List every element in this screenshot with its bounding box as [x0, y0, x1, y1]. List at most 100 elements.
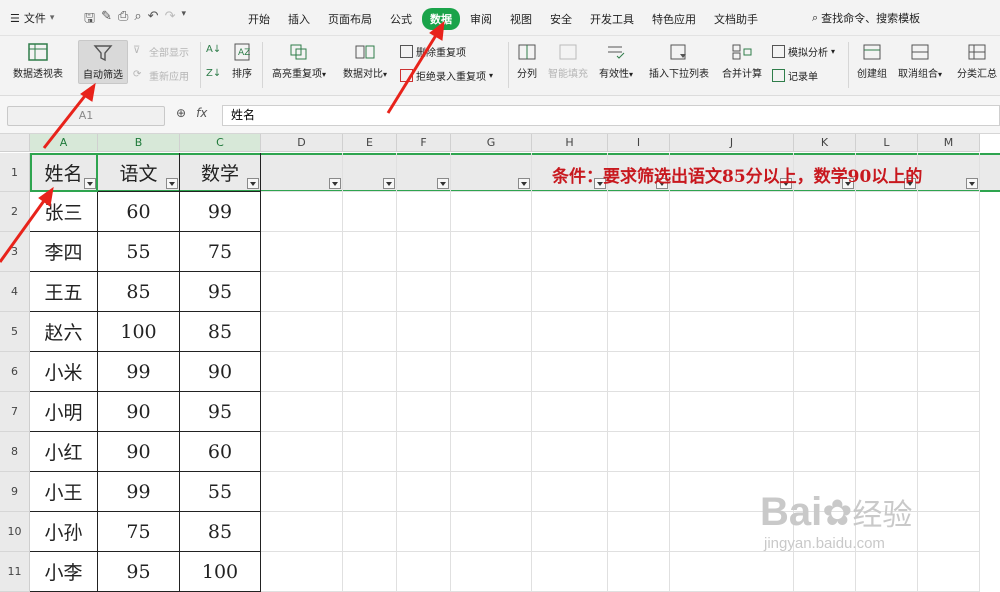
empty-cell[interactable]: [918, 512, 980, 552]
file-menu[interactable]: ☰ 文件 ▾: [10, 10, 54, 26]
table-cell[interactable]: 85: [98, 272, 180, 312]
row-header[interactable]: 7: [0, 392, 30, 432]
table-cell[interactable]: 95: [98, 552, 180, 592]
row-header[interactable]: 11: [0, 552, 30, 592]
row-header[interactable]: 2: [0, 192, 30, 232]
table-cell[interactable]: 75: [98, 512, 180, 552]
empty-cell[interactable]: [794, 312, 856, 352]
insert-dropdown-button[interactable]: 插入下拉列表: [646, 42, 712, 80]
print-preview-icon[interactable]: ⌕: [134, 9, 141, 31]
empty-cell[interactable]: [918, 312, 980, 352]
row-header[interactable]: 4: [0, 272, 30, 312]
table-cell[interactable]: 张三: [30, 192, 98, 232]
table-cell[interactable]: 小王: [30, 472, 98, 512]
empty-cell[interactable]: [343, 272, 397, 312]
filter-dropdown-button[interactable]: [383, 178, 395, 189]
consolidate-button[interactable]: 合并计算: [720, 42, 764, 80]
empty-cell[interactable]: [451, 312, 532, 352]
empty-cell[interactable]: [451, 392, 532, 432]
empty-cell[interactable]: [261, 432, 343, 472]
empty-cell[interactable]: [794, 352, 856, 392]
row-header[interactable]: 10: [0, 512, 30, 552]
table-cell[interactable]: 100: [98, 312, 180, 352]
tab-7[interactable]: 安全: [542, 8, 580, 30]
empty-cell[interactable]: [670, 392, 794, 432]
empty-cell[interactable]: [670, 552, 794, 592]
empty-cell[interactable]: [532, 232, 608, 272]
tab-5[interactable]: 审阅: [462, 8, 500, 30]
empty-cell[interactable]: [397, 392, 451, 432]
column-header[interactable]: B: [98, 134, 180, 152]
empty-cell[interactable]: [532, 472, 608, 512]
empty-cell[interactable]: [670, 232, 794, 272]
table-cell[interactable]: 小米: [30, 352, 98, 392]
tab-8[interactable]: 开发工具: [582, 8, 642, 30]
table-cell[interactable]: 95: [180, 272, 261, 312]
table-cell[interactable]: 小孙: [30, 512, 98, 552]
empty-cell[interactable]: [670, 272, 794, 312]
save-icon[interactable]: 🖫: [84, 9, 95, 31]
empty-cell[interactable]: [343, 552, 397, 592]
empty-cell[interactable]: [343, 432, 397, 472]
empty-cell[interactable]: [670, 192, 794, 232]
empty-cell[interactable]: [397, 432, 451, 472]
empty-cell[interactable]: [261, 352, 343, 392]
column-header[interactable]: L: [856, 134, 918, 152]
table-cell[interactable]: 75: [180, 232, 261, 272]
row-header[interactable]: 5: [0, 312, 30, 352]
row-header[interactable]: 3: [0, 232, 30, 272]
empty-cell[interactable]: [397, 552, 451, 592]
empty-cell[interactable]: [856, 432, 918, 472]
empty-cell[interactable]: [397, 232, 451, 272]
empty-cell[interactable]: [670, 312, 794, 352]
column-header[interactable]: G: [451, 134, 532, 152]
empty-cell[interactable]: [856, 392, 918, 432]
table-cell[interactable]: 90: [98, 392, 180, 432]
tab-9[interactable]: 特色应用: [644, 8, 704, 30]
column-header[interactable]: J: [670, 134, 794, 152]
empty-cell[interactable]: [608, 312, 670, 352]
empty-cell[interactable]: [608, 232, 670, 272]
empty-cell[interactable]: [794, 272, 856, 312]
empty-cell[interactable]: [397, 352, 451, 392]
subtotal-button[interactable]: 分类汇总: [954, 42, 1000, 80]
highlight-duplicates-button[interactable]: 高亮重复项▾: [268, 42, 330, 80]
column-header[interactable]: H: [532, 134, 608, 152]
empty-cell[interactable]: [343, 512, 397, 552]
empty-cell[interactable]: [794, 432, 856, 472]
empty-cell[interactable]: [451, 552, 532, 592]
row-header[interactable]: 8: [0, 432, 30, 472]
simulate-analysis-button[interactable]: 模拟分析 ▾: [772, 44, 835, 59]
empty-cell[interactable]: [532, 432, 608, 472]
formula-input[interactable]: 姓名: [222, 105, 1000, 126]
table-cell[interactable]: 60: [98, 192, 180, 232]
empty-cell[interactable]: [608, 432, 670, 472]
tab-2[interactable]: 页面布局: [320, 8, 380, 30]
table-cell[interactable]: 100: [180, 552, 261, 592]
tab-1[interactable]: 插入: [280, 8, 318, 30]
column-header[interactable]: E: [343, 134, 397, 152]
empty-cell[interactable]: [918, 272, 980, 312]
tab-10[interactable]: 文档助手: [706, 8, 766, 30]
empty-cell[interactable]: [918, 392, 980, 432]
empty-cell[interactable]: [451, 472, 532, 512]
show-all-button[interactable]: ⊽ 全部显示: [133, 44, 189, 59]
column-header[interactable]: I: [608, 134, 670, 152]
empty-cell[interactable]: [343, 392, 397, 432]
create-group-button[interactable]: 创建组: [854, 42, 890, 80]
split-columns-button[interactable]: 分列: [512, 42, 542, 80]
table-cell[interactable]: 小红: [30, 432, 98, 472]
ungroup-button[interactable]: 取消组合▾: [896, 42, 944, 80]
empty-cell[interactable]: [451, 272, 532, 312]
empty-cell[interactable]: [532, 512, 608, 552]
empty-cell[interactable]: [261, 312, 343, 352]
empty-cell[interactable]: [451, 232, 532, 272]
empty-cell[interactable]: [397, 512, 451, 552]
empty-cell[interactable]: [608, 472, 670, 512]
row-header[interactable]: 1: [0, 153, 30, 192]
empty-cell[interactable]: [608, 272, 670, 312]
empty-cell[interactable]: [532, 192, 608, 232]
row-header[interactable]: 6: [0, 352, 30, 392]
tab-6[interactable]: 视图: [502, 8, 540, 30]
reject-duplicates-button[interactable]: 拒绝录入重复项 ▾: [400, 68, 493, 83]
